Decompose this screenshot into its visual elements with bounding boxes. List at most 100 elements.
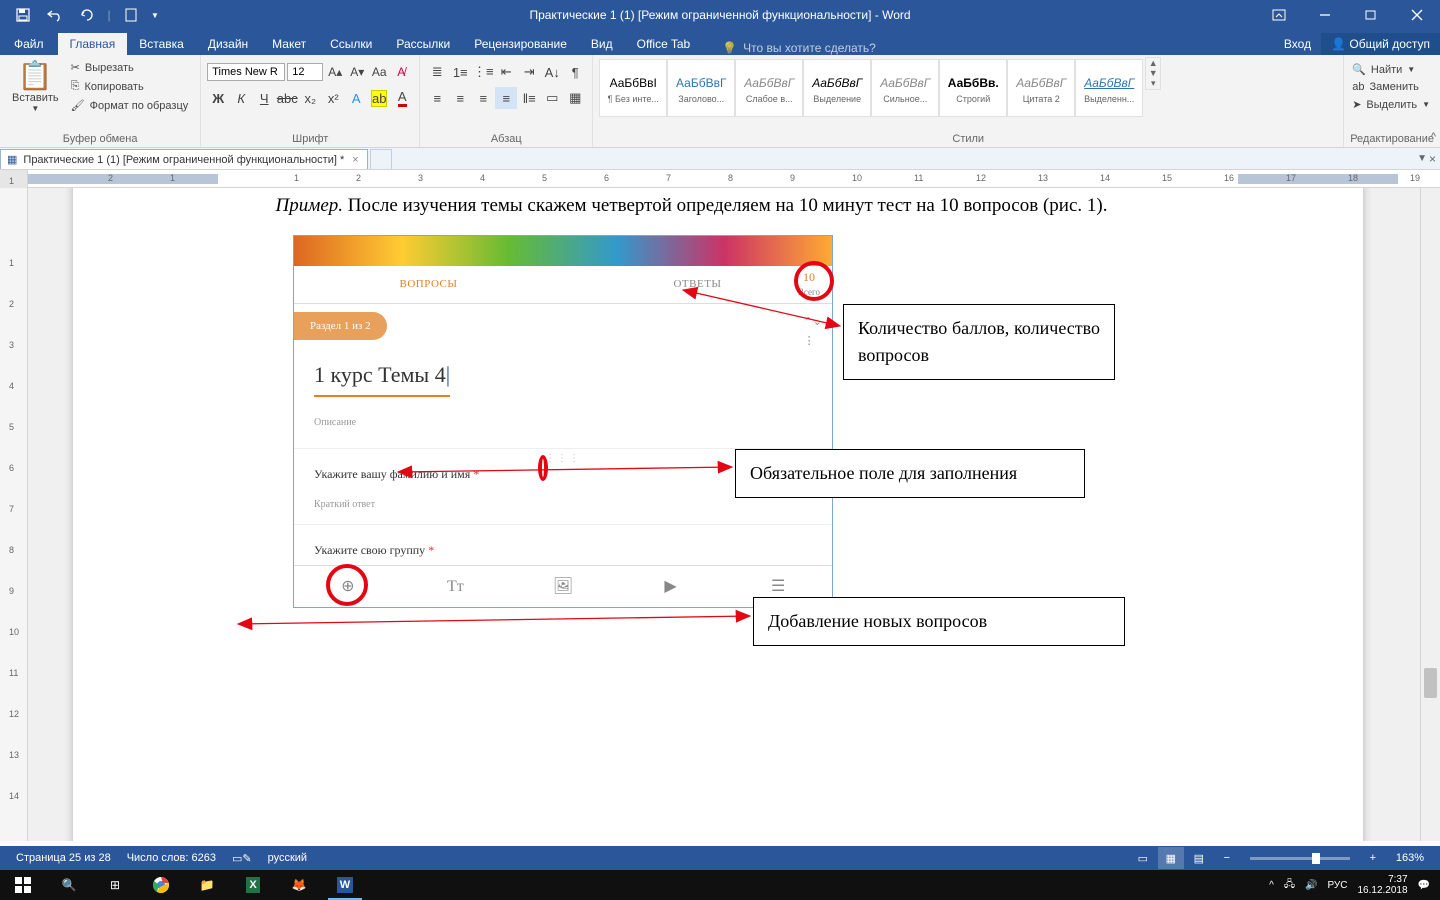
text-effects-icon[interactable]: A: [345, 87, 367, 109]
change-case-icon[interactable]: Aa: [369, 61, 389, 83]
tab-layout[interactable]: Макет: [260, 33, 318, 55]
status-proofing-icon[interactable]: ▭✎: [224, 852, 260, 865]
sort-icon[interactable]: A↓: [541, 61, 563, 83]
zoom-in-icon[interactable]: +: [1360, 847, 1386, 869]
notifications-icon[interactable]: 💬: [1418, 880, 1430, 891]
paste-button[interactable]: 📋 Вставить ▼: [6, 57, 65, 115]
style-item[interactable]: АаБбВвГЗаголово...: [667, 59, 735, 117]
tray-up-icon[interactable]: ^: [1269, 880, 1274, 891]
zoom-slider[interactable]: [1250, 857, 1350, 860]
file-tab[interactable]: Файл: [0, 33, 58, 55]
maximize-icon[interactable]: [1348, 0, 1394, 30]
show-marks-icon[interactable]: ¶: [564, 61, 586, 83]
styles-up-icon[interactable]: ▲: [1146, 58, 1160, 68]
tab-mailings[interactable]: Рассылки: [384, 33, 462, 55]
align-justify-icon[interactable]: ≡: [495, 87, 517, 109]
align-center-icon[interactable]: ≡: [449, 87, 471, 109]
task-view-icon[interactable]: ⊞: [92, 870, 138, 900]
numbering-icon[interactable]: 1≡: [449, 61, 471, 83]
login-link[interactable]: Вход: [1274, 33, 1321, 55]
style-item[interactable]: АаБбВвГСлабое в...: [735, 59, 803, 117]
clear-format-icon[interactable]: A̸: [391, 61, 411, 83]
format-painter-button[interactable]: 🖌Формат по образцу: [69, 97, 191, 114]
dec-indent-icon[interactable]: ⇤: [495, 61, 517, 83]
align-left-icon[interactable]: ≡: [426, 87, 448, 109]
styles-down-icon[interactable]: ▼: [1146, 68, 1160, 78]
chrome-icon[interactable]: [138, 870, 184, 900]
tab-references[interactable]: Ссылки: [318, 33, 384, 55]
vertical-scrollbar[interactable]: [1420, 188, 1440, 841]
explorer-icon[interactable]: 📁: [184, 870, 230, 900]
highlight-icon[interactable]: ab: [368, 87, 390, 109]
qat-dropdown-icon[interactable]: ▼: [148, 1, 162, 29]
zoom-level[interactable]: 163%: [1388, 852, 1432, 864]
bold-button[interactable]: Ж: [207, 87, 229, 109]
scrollbar-thumb[interactable]: [1424, 668, 1437, 698]
horizontal-ruler[interactable]: 2112345678910111213141516171819: [0, 170, 1440, 188]
font-size-input[interactable]: [287, 63, 323, 81]
tab-review[interactable]: Рецензирование: [462, 33, 579, 55]
view-print-icon[interactable]: ▦: [1158, 847, 1184, 869]
document-scroll[interactable]: Пример. После изучения темы скажем четве…: [28, 188, 1420, 841]
vertical-ruler[interactable]: 11234567891011121314: [0, 188, 28, 841]
superscript-button[interactable]: x²: [322, 87, 344, 109]
start-button[interactable]: [0, 870, 46, 900]
new-doc-icon[interactable]: [116, 1, 146, 29]
minimize-icon[interactable]: [1302, 0, 1348, 30]
cut-button[interactable]: ✂Вырезать: [69, 59, 191, 76]
find-button[interactable]: 🔍Найти ▼: [1350, 61, 1432, 78]
volume-icon[interactable]: 🔊: [1305, 880, 1317, 891]
network-icon[interactable]: 🖧: [1284, 877, 1295, 894]
style-item[interactable]: АаБбВвГЦитата 2: [1007, 59, 1075, 117]
word-task-icon[interactable]: W: [322, 870, 368, 900]
ribbon-options-icon[interactable]: [1256, 0, 1302, 30]
zoom-thumb[interactable]: [1312, 853, 1320, 864]
font-color-icon[interactable]: A: [391, 87, 413, 109]
collapse-ribbon-icon[interactable]: ^: [1431, 131, 1436, 143]
status-page[interactable]: Страница 25 из 28: [8, 852, 119, 864]
tab-view[interactable]: Вид: [579, 33, 625, 55]
tab-close-all-icon[interactable]: ×: [1429, 152, 1436, 166]
italic-button[interactable]: К: [230, 87, 252, 109]
select-button[interactable]: ➤Выделить ▼: [1350, 96, 1432, 113]
style-item[interactable]: АаБбВвГСильное...: [871, 59, 939, 117]
bullets-icon[interactable]: ≣: [426, 61, 448, 83]
firefox-icon[interactable]: 🦊: [276, 870, 322, 900]
tab-office[interactable]: Office Tab: [625, 33, 703, 55]
styles-more[interactable]: ▲ ▼ ▾: [1145, 57, 1161, 90]
excel-icon[interactable]: X: [230, 870, 276, 900]
strike-button[interactable]: abc: [276, 87, 298, 109]
doc-tab-close-icon[interactable]: ×: [350, 154, 360, 166]
shading-icon[interactable]: ▭: [541, 87, 563, 109]
shrink-font-icon[interactable]: A▾: [347, 61, 367, 83]
borders-icon[interactable]: ▦: [564, 87, 586, 109]
copy-button[interactable]: ⎘Копировать: [69, 78, 191, 95]
tell-me-search[interactable]: 💡 Что вы хотите сделать?: [722, 41, 876, 55]
ime-indicator[interactable]: РУС: [1327, 880, 1347, 891]
save-icon[interactable]: [8, 1, 38, 29]
view-web-icon[interactable]: ▤: [1186, 847, 1212, 869]
replace-button[interactable]: abЗаменить: [1350, 79, 1432, 95]
font-name-input[interactable]: [207, 63, 285, 81]
multilevel-icon[interactable]: ⋮≡: [472, 61, 494, 83]
view-read-icon[interactable]: ▭: [1130, 847, 1156, 869]
undo-icon[interactable]: [40, 1, 70, 29]
close-icon[interactable]: [1394, 0, 1440, 30]
redo-icon[interactable]: [72, 1, 102, 29]
style-item[interactable]: АаБбВв.Строгий: [939, 59, 1007, 117]
inc-indent-icon[interactable]: ⇥: [518, 61, 540, 83]
underline-button[interactable]: Ч: [253, 87, 275, 109]
search-icon[interactable]: 🔍: [46, 870, 92, 900]
zoom-out-icon[interactable]: −: [1214, 847, 1240, 869]
share-button[interactable]: 👤 Общий доступ: [1321, 33, 1440, 55]
style-item[interactable]: АаБбВвI¶ Без инте...: [599, 59, 667, 117]
tab-home[interactable]: Главная: [58, 33, 128, 55]
style-item[interactable]: АаБбВвГВыделенн...: [1075, 59, 1143, 117]
doc-tab[interactable]: ▦ Практические 1 (1) [Режим ограниченной…: [0, 149, 368, 169]
subscript-button[interactable]: x₂: [299, 87, 321, 109]
styles-expand-icon[interactable]: ▾: [1146, 78, 1160, 89]
style-item[interactable]: АаБбВвГВыделение: [803, 59, 871, 117]
line-spacing-icon[interactable]: ‖≡: [518, 87, 540, 109]
new-tab-button[interactable]: [370, 149, 392, 169]
tab-design[interactable]: Дизайн: [196, 33, 260, 55]
